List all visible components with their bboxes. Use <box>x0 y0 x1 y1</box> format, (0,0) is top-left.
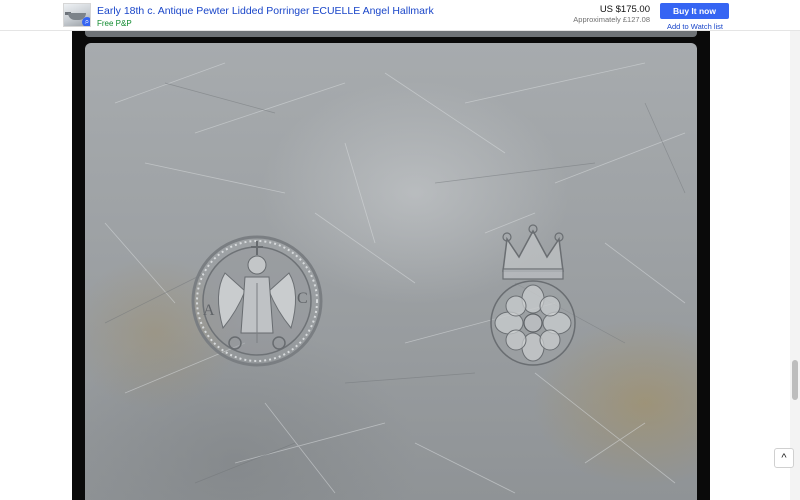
image-viewer: A C <box>72 31 710 500</box>
hallmark-letter-a: A <box>203 302 215 319</box>
surface-scratches <box>104 62 686 494</box>
previous-image-strip[interactable] <box>85 31 697 37</box>
hallmark-letter-c: C <box>297 290 308 307</box>
magnifier-icon: ⌕ <box>82 17 90 26</box>
crowned-rose-hallmark <box>490 224 576 366</box>
main-item-photo[interactable]: A C <box>85 43 697 500</box>
scrollbar-thumb[interactable] <box>792 360 798 400</box>
item-title[interactable]: Early 18th c. Antique Pewter Lidded Porr… <box>97 5 434 17</box>
pewter-surface-photo: A C <box>104 62 686 494</box>
item-price: US $175.00 <box>599 4 650 15</box>
buy-it-now-button[interactable]: Buy It now <box>660 3 729 19</box>
back-to-top-button[interactable]: ^ <box>774 448 794 468</box>
approx-price: Approximately £127.08 <box>573 15 650 24</box>
chevron-up-icon: ^ <box>781 452 787 464</box>
angel-hallmark: A C <box>191 235 323 367</box>
page-scrollbar[interactable] <box>790 0 800 500</box>
item-thumbnail[interactable]: ⌕ <box>63 3 91 27</box>
sticky-item-header: ⌕ Early 18th c. Antique Pewter Lidded Po… <box>0 0 800 31</box>
add-to-watchlist-link[interactable]: Add to Watch list <box>667 22 723 31</box>
shipping-label: Free P&P <box>97 19 132 28</box>
